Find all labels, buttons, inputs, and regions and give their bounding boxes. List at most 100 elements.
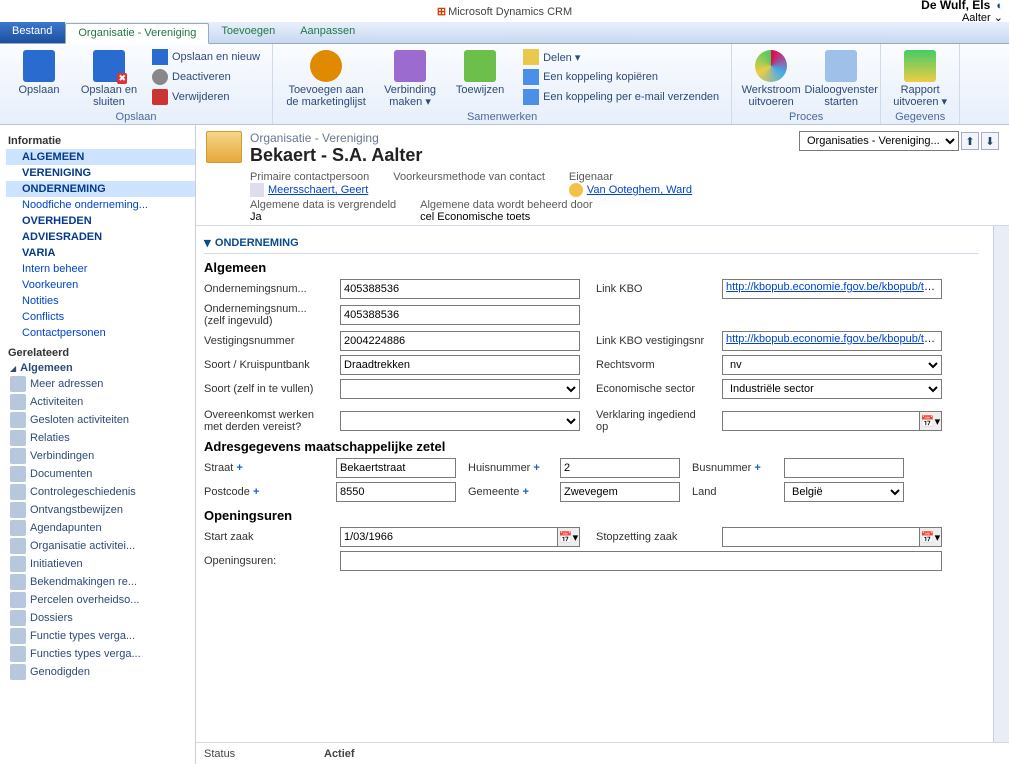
related-item-12[interactable]: Percelen overheidso... bbox=[6, 591, 195, 609]
primary-contact-link[interactable]: Meersschaert, Geert bbox=[268, 184, 368, 196]
nav-prev-button[interactable]: ⬆ bbox=[961, 132, 979, 150]
nav-overheden[interactable]: OVERHEDEN bbox=[6, 213, 195, 229]
related-item-13[interactable]: Dossiers bbox=[6, 609, 195, 627]
datepicker-stop-button[interactable]: 📅▾ bbox=[920, 527, 942, 547]
label-soortzelf: Soort (zelf in te vullen) bbox=[204, 383, 324, 395]
tab-bar: Bestand Organisatie - Vereniging Toevoeg… bbox=[0, 22, 1009, 44]
related-item-15[interactable]: Functies types verga... bbox=[6, 645, 195, 663]
nav-algemeen[interactable]: ALGEMEEN bbox=[6, 149, 195, 165]
help-icon[interactable]: ◐ bbox=[996, 0, 1003, 12]
datepicker-start-button[interactable]: 📅▾ bbox=[558, 527, 580, 547]
related-item-icon bbox=[10, 646, 26, 662]
nav-header-info: Informatie bbox=[8, 135, 193, 147]
nav-adviesraden[interactable]: ADVIESRADEN bbox=[6, 229, 195, 245]
related-item-2[interactable]: Gesloten activiteiten bbox=[6, 411, 195, 429]
related-item-7[interactable]: Ontvangstbewijzen bbox=[6, 501, 195, 519]
contact-icon bbox=[250, 183, 264, 197]
label-stop: Stopzetting zaak bbox=[596, 531, 706, 543]
related-item-1[interactable]: Activiteiten bbox=[6, 393, 195, 411]
related-item-icon bbox=[10, 376, 26, 392]
select-soortzelf[interactable] bbox=[340, 379, 580, 399]
related-item-icon bbox=[10, 394, 26, 410]
tab-toevoegen[interactable]: Toevoegen bbox=[209, 22, 288, 43]
nav-varia[interactable]: VARIA bbox=[6, 245, 195, 261]
tab-bestand[interactable]: Bestand bbox=[0, 22, 65, 43]
owner-link[interactable]: Van Ooteghem, Ward bbox=[587, 184, 692, 196]
nav-vereniging[interactable]: VERENIGING bbox=[6, 165, 195, 181]
nav-internbeheer[interactable]: Intern beheer bbox=[6, 261, 195, 277]
link-kbo[interactable]: http://kbopub.economie.fgov.be/kbopub/to… bbox=[726, 281, 942, 293]
related-item-9[interactable]: Organisatie activitei... bbox=[6, 537, 195, 555]
select-econsector[interactable]: Industriële sector bbox=[722, 379, 942, 399]
select-overeenkomst[interactable] bbox=[340, 411, 580, 431]
save-button[interactable]: Opslaan bbox=[8, 48, 70, 98]
related-item-10[interactable]: Initiatieven bbox=[6, 555, 195, 573]
nav-conflicts[interactable]: Conflicts bbox=[6, 309, 195, 325]
input-ondnr[interactable] bbox=[340, 279, 580, 299]
start-dialog-button[interactable]: Dialoogvenster starten bbox=[810, 48, 872, 110]
input-verklaring[interactable] bbox=[722, 411, 920, 431]
vertical-scrollbar[interactable] bbox=[993, 226, 1009, 742]
app-title: ⊞Microsoft Dynamics CRM bbox=[437, 4, 572, 18]
email-link-button[interactable]: Een koppeling per e-mail verzenden bbox=[519, 88, 723, 106]
add-marketinglist-button[interactable]: Toevoegen aan de marketinglijst bbox=[281, 48, 371, 110]
input-start[interactable] bbox=[340, 527, 558, 547]
related-group-algemeen[interactable]: ◢Algemeen bbox=[6, 361, 195, 375]
nav-contactpers[interactable]: Contactpersonen bbox=[6, 325, 195, 341]
input-straat[interactable] bbox=[336, 458, 456, 478]
deactivate-button[interactable]: Deactiveren bbox=[148, 68, 264, 86]
select-land[interactable]: België bbox=[784, 482, 904, 502]
nav-voorkeuren[interactable]: Voorkeuren bbox=[6, 277, 195, 293]
input-busnr[interactable] bbox=[784, 458, 904, 478]
input-openingsuren[interactable] bbox=[340, 551, 942, 571]
save-close-button[interactable]: Opslaan en sluiten bbox=[78, 48, 140, 110]
related-item-8[interactable]: Agendapunten bbox=[6, 519, 195, 537]
tab-aanpassen[interactable]: Aanpassen bbox=[288, 22, 368, 43]
workspace: Informatie ALGEMEEN VERENIGING ONDERNEMI… bbox=[0, 125, 1009, 764]
label-linkkbovest: Link KBO vestigingsnr bbox=[596, 335, 706, 347]
link-kbo-vest-box[interactable]: http://kbopub.economie.fgov.be/kbopub/to… bbox=[722, 331, 942, 351]
share-button[interactable]: Delen ▾ bbox=[519, 48, 723, 66]
related-item-icon bbox=[10, 466, 26, 482]
related-item-5[interactable]: Documenten bbox=[6, 465, 195, 483]
input-huisnr[interactable] bbox=[560, 458, 680, 478]
view-select[interactable]: Organisaties - Vereniging... ▾ bbox=[799, 131, 959, 151]
run-workflow-button[interactable]: Werkstroom uitvoeren bbox=[740, 48, 802, 110]
label-vestnr: Vestigingsnummer bbox=[204, 335, 324, 347]
copy-link-button[interactable]: Een koppeling kopiëren bbox=[519, 68, 723, 86]
nav-onderneming[interactable]: ONDERNEMING bbox=[6, 181, 195, 197]
label-ondnr2: Ondernemingsnum... (zelf ingevuld) bbox=[204, 303, 324, 327]
input-vestnr[interactable] bbox=[340, 331, 580, 351]
input-postcode[interactable] bbox=[336, 482, 456, 502]
input-ondnr2[interactable] bbox=[340, 305, 580, 325]
assign-button[interactable]: Toewijzen bbox=[449, 48, 511, 98]
link-kbo-vest[interactable]: http://kbopub.economie.fgov.be/kbopub/to… bbox=[726, 333, 942, 345]
related-item-16[interactable]: Genodigden bbox=[6, 663, 195, 681]
related-item-6[interactable]: Controlegeschiedenis bbox=[6, 483, 195, 501]
select-rechtsvorm[interactable]: nv bbox=[722, 355, 942, 375]
org-caret-icon[interactable]: ⌄ bbox=[994, 12, 1003, 24]
related-item-0[interactable]: Meer adressen bbox=[6, 375, 195, 393]
tab-entity[interactable]: Organisatie - Vereniging bbox=[65, 23, 209, 44]
related-item-4[interactable]: Verbindingen bbox=[6, 447, 195, 465]
left-nav: Informatie ALGEMEEN VERENIGING ONDERNEMI… bbox=[0, 125, 196, 764]
delete-icon bbox=[152, 89, 168, 105]
input-gemeente[interactable] bbox=[560, 482, 680, 502]
datepicker-verklaring-button[interactable]: 📅▾ bbox=[920, 411, 942, 431]
run-report-button[interactable]: Rapport uitvoeren ▾ bbox=[889, 48, 951, 110]
nav-next-button[interactable]: ⬇ bbox=[981, 132, 999, 150]
save-new-button[interactable]: Opslaan en nieuw bbox=[148, 48, 264, 66]
label-huisnr: Huisnummer + bbox=[468, 462, 548, 474]
related-item-14[interactable]: Functie types verga... bbox=[6, 627, 195, 645]
input-stop[interactable] bbox=[722, 527, 920, 547]
nav-notities[interactable]: Notities bbox=[6, 293, 195, 309]
delete-button[interactable]: Verwijderen bbox=[148, 88, 264, 106]
section-onderneming-header[interactable]: ▶ONDERNEMING bbox=[204, 230, 979, 254]
record-icon bbox=[206, 131, 242, 163]
related-item-3[interactable]: Relaties bbox=[6, 429, 195, 447]
related-item-11[interactable]: Bekendmakingen re... bbox=[6, 573, 195, 591]
connect-button[interactable]: Verbinding maken ▾ bbox=[379, 48, 441, 110]
link-kbo-box[interactable]: http://kbopub.economie.fgov.be/kbopub/to… bbox=[722, 279, 942, 299]
nav-noodfiche[interactable]: Noodfiche onderneming... bbox=[6, 197, 195, 213]
input-soortkb[interactable] bbox=[340, 355, 580, 375]
